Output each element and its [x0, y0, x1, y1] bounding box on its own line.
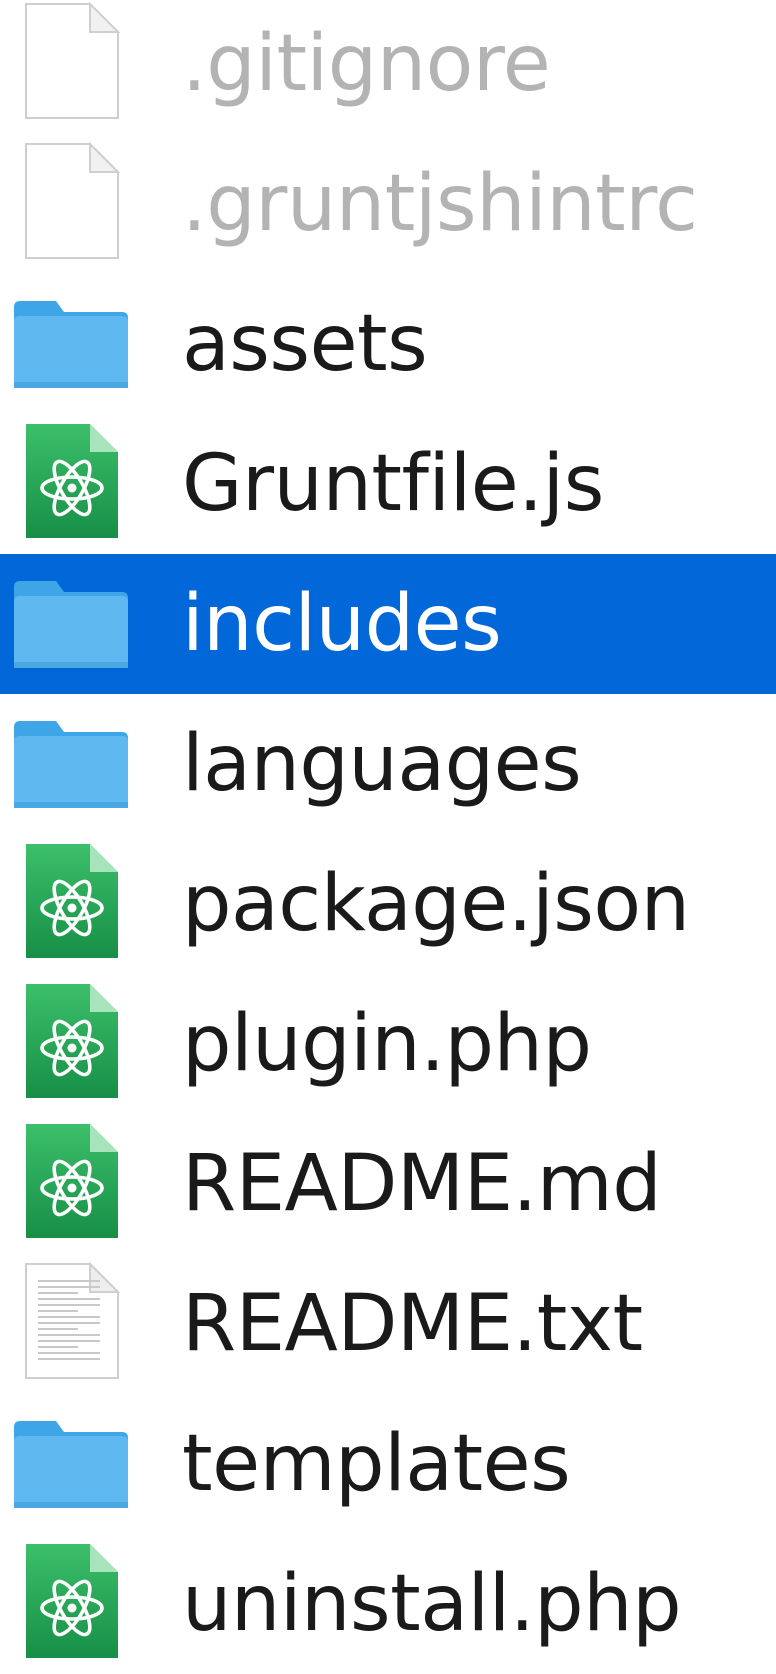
file-row-readme-txt[interactable]: README.txt: [0, 1254, 776, 1394]
folder-icon: [8, 694, 136, 834]
file-row-gruntfile-js[interactable]: Gruntfile.js: [0, 414, 776, 554]
atom-file-icon: [8, 974, 136, 1114]
folder-row-templates[interactable]: templates: [0, 1394, 776, 1534]
atom-file-icon: [8, 1114, 136, 1254]
atom-file-icon: [8, 834, 136, 974]
file-name: assets: [182, 299, 428, 389]
file-name: plugin.php: [182, 999, 592, 1089]
file-row-uninstall-php[interactable]: uninstall.php: [0, 1534, 776, 1674]
file-name: Gruntfile.js: [182, 439, 604, 529]
text-file-icon: [8, 1254, 136, 1394]
file-row-package-json[interactable]: package.json: [0, 834, 776, 974]
file-name: README.md: [182, 1139, 662, 1229]
blank-file-icon: [8, 134, 136, 274]
file-name: .gruntjshintrc: [182, 159, 698, 249]
folder-icon: [8, 554, 136, 694]
file-name: includes: [182, 579, 502, 669]
file-name: uninstall.php: [182, 1559, 682, 1649]
file-name: README.txt: [182, 1279, 643, 1369]
file-row-gruntjshintrc[interactable]: .gruntjshintrc: [0, 134, 776, 274]
file-name: languages: [182, 719, 582, 809]
atom-file-icon: [8, 414, 136, 554]
folder-row-assets[interactable]: assets: [0, 274, 776, 414]
blank-file-icon: [8, 0, 136, 134]
folder-row-languages[interactable]: languages: [0, 694, 776, 834]
atom-file-icon: [8, 1534, 136, 1674]
file-row-readme-md[interactable]: README.md: [0, 1114, 776, 1254]
folder-icon: [8, 1394, 136, 1534]
folder-row-includes[interactable]: includes: [0, 554, 776, 694]
file-name: package.json: [182, 859, 690, 949]
file-row-plugin-php[interactable]: plugin.php: [0, 974, 776, 1114]
file-row-gitignore[interactable]: .gitignore: [0, 0, 776, 134]
file-name: templates: [182, 1419, 571, 1509]
file-list: .gitignore .gruntjshintrc assets Gruntfi…: [0, 0, 776, 1665]
file-name: .gitignore: [182, 19, 551, 109]
folder-icon: [8, 274, 136, 414]
